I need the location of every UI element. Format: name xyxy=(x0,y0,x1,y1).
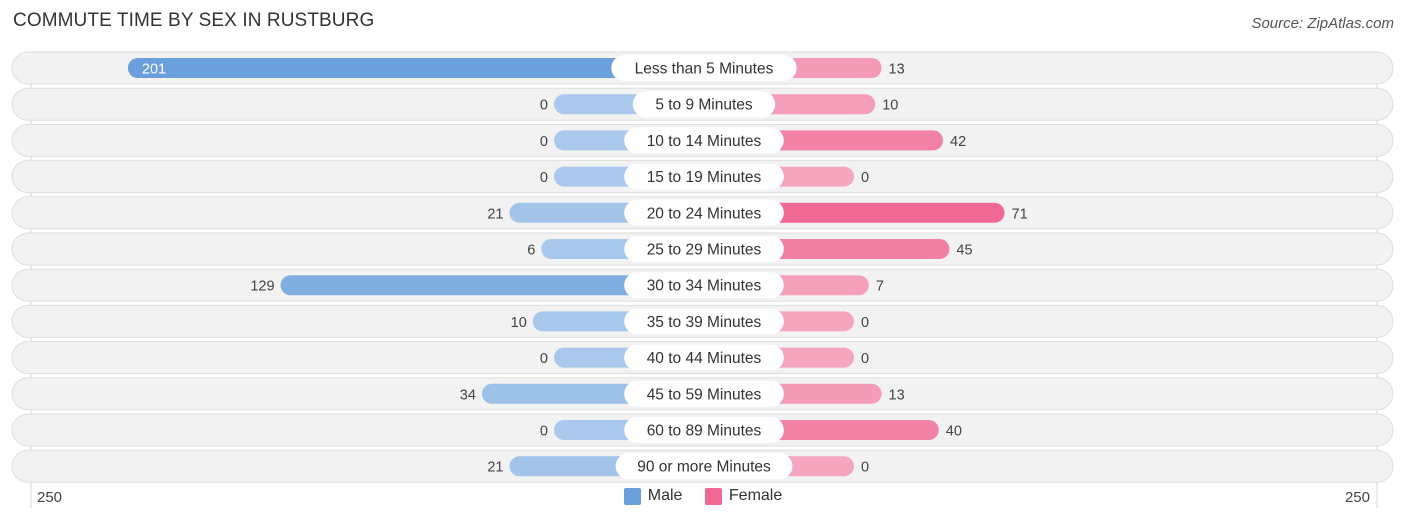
legend: Male Female xyxy=(0,487,1406,510)
category-label: 30 to 34 Minutes xyxy=(647,278,762,295)
category-label: 90 or more Minutes xyxy=(637,459,771,476)
data-label-male: 21 xyxy=(487,460,503,476)
category-label: 60 to 89 Minutes xyxy=(647,423,762,440)
data-label-female: 42 xyxy=(950,134,966,150)
data-label-male: 21 xyxy=(487,206,503,222)
data-label-female: 0 xyxy=(861,460,869,476)
category-label: 35 to 39 Minutes xyxy=(647,314,762,331)
data-label-male: 0 xyxy=(540,134,548,150)
data-label-male: 201 xyxy=(142,62,166,78)
data-label-male: 0 xyxy=(540,98,548,114)
data-label-male: 0 xyxy=(540,351,548,367)
category-label: 15 to 19 Minutes xyxy=(647,169,762,186)
data-label-male: 6 xyxy=(527,243,535,259)
category-label: 25 to 29 Minutes xyxy=(647,242,762,259)
legend-item-male[interactable]: Male xyxy=(623,487,683,505)
category-label: 20 to 24 Minutes xyxy=(647,205,762,222)
data-label-female: 40 xyxy=(946,424,962,440)
data-label-male: 0 xyxy=(540,170,548,186)
data-label-female: 7 xyxy=(876,279,884,295)
data-label-female: 13 xyxy=(889,62,905,78)
category-label: 40 to 44 Minutes xyxy=(647,350,762,367)
data-label-male: 0 xyxy=(540,424,548,440)
legend-swatch-male xyxy=(623,487,641,505)
category-label: 45 to 59 Minutes xyxy=(647,386,762,403)
data-label-male: 129 xyxy=(250,279,274,295)
data-label-female: 0 xyxy=(861,170,869,186)
data-label-male: 10 xyxy=(511,315,527,331)
data-label-female: 71 xyxy=(1012,206,1028,222)
legend-swatch-female xyxy=(704,487,722,505)
data-label-female: 0 xyxy=(861,351,869,367)
legend-label-female: Female xyxy=(728,487,783,504)
data-label-female: 0 xyxy=(861,315,869,331)
category-label: 5 to 9 Minutes xyxy=(655,97,753,114)
diverging-bar-chart: 201 13 Less than 5 Minutes 0 10 5 to 9 Minute… xyxy=(11,51,1394,508)
legend-item-female[interactable]: Female xyxy=(704,487,783,505)
data-label-female: 10 xyxy=(882,98,898,114)
data-label-female: 45 xyxy=(956,243,972,259)
legend-label-male: Male xyxy=(647,487,683,504)
category-label: Less than 5 Minutes xyxy=(635,61,774,78)
category-label: 10 to 14 Minutes xyxy=(647,133,762,150)
data-label-male: 34 xyxy=(460,387,476,403)
data-label-female: 13 xyxy=(889,387,905,403)
